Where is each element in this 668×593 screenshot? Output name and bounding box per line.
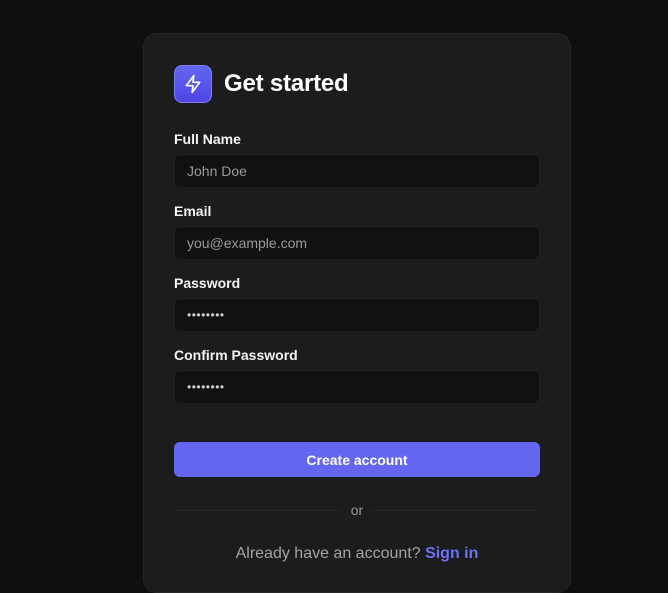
- confirm-password-input[interactable]: [174, 370, 540, 404]
- page-title: Get started: [224, 70, 349, 97]
- signup-card: Get started Full Name Email Password Con…: [143, 33, 571, 593]
- password-input[interactable]: [174, 298, 540, 332]
- password-label: Password: [174, 275, 241, 291]
- email-label: Email: [174, 203, 212, 219]
- password-field: Password: [174, 275, 540, 332]
- sign-in-link[interactable]: Sign in: [425, 545, 478, 562]
- full-name-input[interactable]: [174, 154, 540, 188]
- create-account-button[interactable]: Create account: [174, 442, 540, 477]
- divider-text: or: [342, 502, 372, 518]
- logo: [174, 65, 212, 103]
- confirm-password-label: Confirm Password: [174, 347, 298, 363]
- card-header: Get started: [174, 65, 539, 103]
- full-name-label: Full Name: [174, 131, 241, 147]
- email-field: Email: [174, 203, 540, 260]
- signin-prompt-text: Already have an account?: [235, 545, 421, 562]
- email-input[interactable]: [174, 226, 540, 260]
- divider: or: [174, 502, 540, 518]
- full-name-field: Full Name: [174, 131, 540, 188]
- lightning-bolt-icon: [185, 74, 201, 94]
- confirm-password-field: Confirm Password: [174, 347, 540, 404]
- signin-prompt: Already have an account? Sign in: [174, 545, 540, 563]
